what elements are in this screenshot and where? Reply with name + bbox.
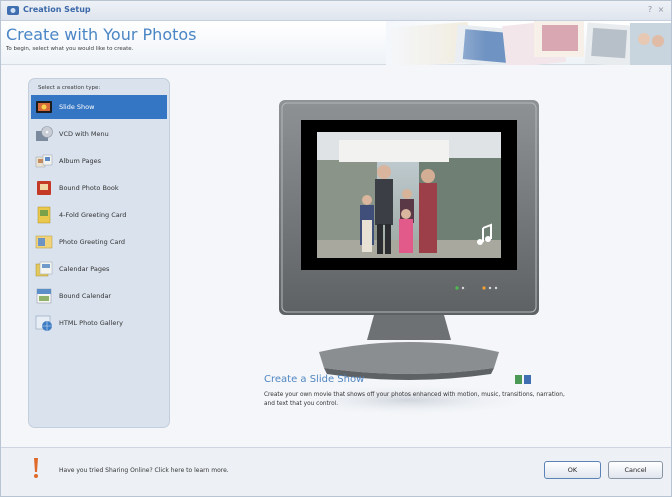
- window-controls: ? ×: [646, 4, 665, 15]
- creation-type-label: Select a creation type:: [38, 85, 101, 91]
- app-icon: [7, 6, 19, 15]
- photo-greeting-card-icon: [35, 235, 53, 249]
- creation-item-4-fold-greeting-card[interactable]: 4-Fold Greeting Card: [31, 203, 167, 227]
- creation-item-label: HTML Photo Gallery: [59, 319, 123, 327]
- title-bar: Creation Setup ? ×: [1, 1, 671, 21]
- greeting-card-4fold-icon: [37, 206, 51, 224]
- creation-description-title: Create a Slide Show: [264, 374, 365, 385]
- sharing-online-link[interactable]: Have you tried Sharing Online? Click her…: [59, 467, 229, 474]
- creation-item-label: Bound Calendar: [59, 292, 112, 300]
- slideshow-icon: [36, 101, 52, 113]
- cancel-button[interactable]: Cancel: [608, 461, 663, 479]
- creation-item-vcd-with-menu[interactable]: VCD with Menu: [31, 122, 167, 146]
- creation-item-html-photo-gallery[interactable]: HTML Photo Gallery: [31, 311, 167, 335]
- window-title: Creation Setup: [23, 5, 91, 14]
- creation-item-calendar-pages[interactable]: Calendar Pages: [31, 257, 167, 281]
- slideshow-preview-monitor: [279, 100, 539, 416]
- creation-item-photo-greeting-card[interactable]: Photo Greeting Card: [31, 230, 167, 254]
- creation-item-label: Calendar Pages: [59, 265, 110, 273]
- footer: Have you tried Sharing Online? Click her…: [1, 447, 671, 496]
- album-pages-icon: [35, 154, 53, 168]
- creation-item-label: Album Pages: [59, 157, 102, 165]
- creation-item-slide-show[interactable]: Slide Show: [31, 95, 167, 119]
- creation-item-label: VCD with Menu: [59, 130, 109, 138]
- html-gallery-icon: [35, 315, 52, 331]
- creation-description-text: Create your own movie that shows off you…: [264, 392, 565, 407]
- preview-mode-icons: [515, 375, 531, 384]
- creation-item-label: Slide Show: [59, 103, 95, 111]
- creation-item-album-pages[interactable]: Album Pages: [31, 149, 167, 173]
- vcd-icon: [36, 126, 53, 141]
- creation-item-label: 4-Fold Greeting Card: [59, 211, 127, 219]
- bound-calendar-icon: [36, 288, 52, 304]
- header: Create with Your Photos To begin, select…: [1, 21, 671, 65]
- creation-item-label: Bound Photo Book: [59, 184, 119, 192]
- page-title: Create with Your Photos: [6, 25, 197, 44]
- creation-item-label: Photo Greeting Card: [59, 238, 126, 246]
- ok-button[interactable]: OK: [544, 461, 601, 479]
- creation-setup-window: Creation Setup ? × Create with Your Phot…: [0, 0, 672, 497]
- tip-exclamation-icon: [34, 458, 38, 478]
- creation-type-list: Select a creation type: Slide Show VCD w…: [28, 78, 170, 428]
- creation-item-bound-photo-book[interactable]: Bound Photo Book: [31, 176, 167, 200]
- creation-item-bound-calendar[interactable]: Bound Calendar: [31, 284, 167, 308]
- header-photo-collage: [386, 21, 671, 65]
- calendar-pages-icon: [35, 261, 53, 277]
- page-subtitle: To begin, select what you would like to …: [6, 46, 134, 52]
- close-button[interactable]: ×: [657, 4, 665, 15]
- help-button[interactable]: ?: [646, 4, 654, 15]
- photo-book-icon: [37, 181, 51, 195]
